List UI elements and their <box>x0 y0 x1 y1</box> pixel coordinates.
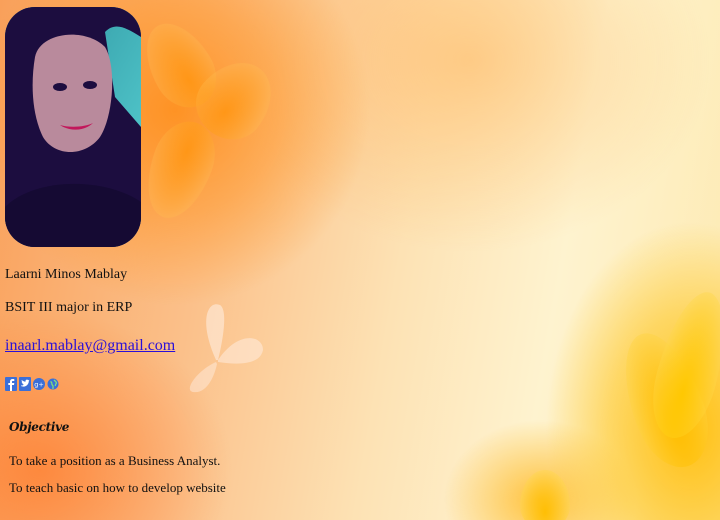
globe-icon[interactable] <box>47 377 59 391</box>
flower-petal-decoration <box>134 112 226 228</box>
google-plus-icon[interactable]: g+ <box>33 377 45 391</box>
objective-heading: Objective <box>9 420 70 434</box>
objective-item: To take a position as a Business Analyst… <box>9 453 221 468</box>
flower-petal-decoration <box>641 284 720 446</box>
objective-item: To teach basic on how to develop website <box>9 480 226 495</box>
email-link[interactable]: inaarl.mablay@gmail.com <box>5 337 175 355</box>
flower-petal-decoration <box>182 46 288 154</box>
svg-text:g+: g+ <box>34 381 44 389</box>
flower-petal-decoration <box>131 11 229 119</box>
profile-photo <box>5 7 141 247</box>
profile-name: Laarni Minos Mablay <box>5 267 128 282</box>
profile-course: BSIT III major in ERP <box>5 300 133 315</box>
butterfly-decoration <box>189 304 263 393</box>
flower-petal-decoration <box>608 322 720 478</box>
twitter-icon[interactable] <box>19 377 31 391</box>
facebook-icon[interactable] <box>5 377 17 391</box>
flower-petal-decoration <box>520 470 570 520</box>
social-links: g+ <box>5 377 59 391</box>
